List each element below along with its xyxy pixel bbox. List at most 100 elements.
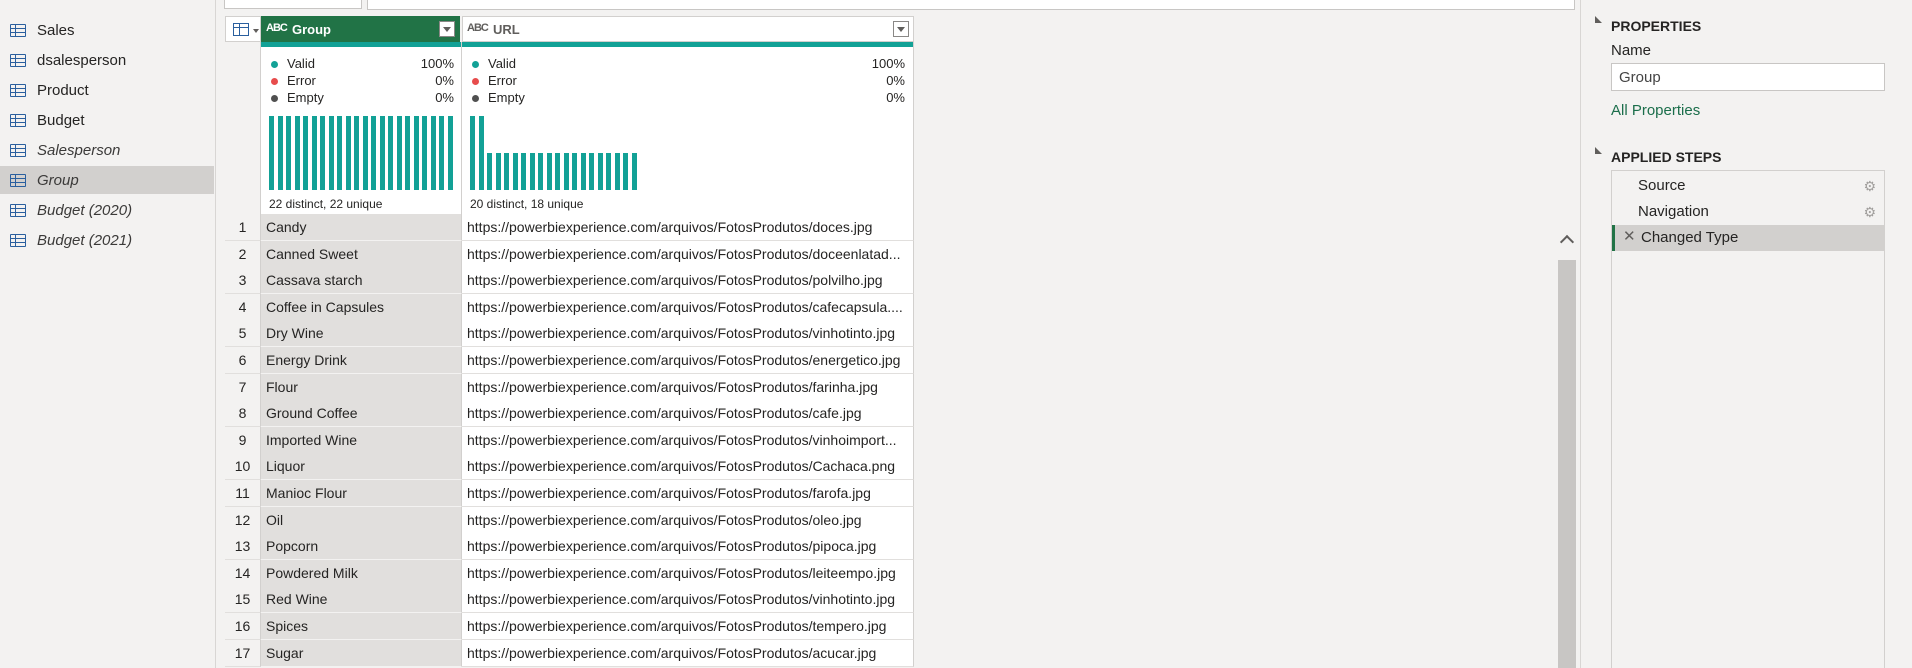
distribution-bar[interactable] xyxy=(337,116,342,190)
distribution-bar[interactable] xyxy=(379,116,385,190)
gear-icon[interactable]: ⚙ xyxy=(1863,204,1876,221)
group-cell[interactable]: Flour xyxy=(261,373,462,401)
distribution-bar[interactable] xyxy=(430,116,436,190)
distribution-bar[interactable] xyxy=(521,153,526,190)
table-row[interactable]: 16 Spices https://powerbiexperience.com/ar… xyxy=(225,613,915,640)
scroll-up-icon[interactable] xyxy=(1560,232,1574,246)
group-cell[interactable]: Ground Coffee xyxy=(261,400,462,428)
all-properties-link[interactable]: All Properties xyxy=(1611,102,1700,119)
distribution-bar[interactable] xyxy=(269,116,274,190)
scrollbar-thumb[interactable] xyxy=(1558,260,1576,668)
query-item[interactable]: Budget (2021) xyxy=(0,226,214,254)
url-cell[interactable]: https://powerbiexperience.com/arquivos/F… xyxy=(462,267,914,295)
distribution-bar[interactable] xyxy=(504,153,509,190)
url-cell[interactable]: https://powerbiexperience.com/arquivos/F… xyxy=(462,506,914,534)
distribution-bar[interactable] xyxy=(623,153,628,190)
table-row[interactable]: 10 Liquor https://powerbiexperience.com/ar… xyxy=(225,453,915,481)
group-cell[interactable]: Dry Wine xyxy=(261,320,462,348)
gear-icon[interactable]: ⚙ xyxy=(1863,178,1876,195)
table-row[interactable]: 14 Powdered Milk https://powerbiexperience… xyxy=(225,559,915,587)
group-cell[interactable]: Candy xyxy=(261,214,462,241)
table-row[interactable]: 13 Popcorn https://powerbiexperience.com/a… xyxy=(225,533,915,561)
group-cell[interactable]: Imported Wine xyxy=(261,426,462,454)
distribution-bar[interactable] xyxy=(311,116,317,190)
distribution-bar[interactable] xyxy=(470,116,475,190)
distribution-bar[interactable] xyxy=(294,116,300,190)
url-cell[interactable]: https://powerbiexperience.com/arquivos/F… xyxy=(462,320,914,348)
query-item[interactable]: Salesperson xyxy=(0,136,214,164)
distribution-bar[interactable] xyxy=(614,153,620,190)
group-cell[interactable]: Cassava starch xyxy=(261,267,462,295)
query-item[interactable]: dsalesperson xyxy=(0,46,214,74)
group-cell[interactable]: Sugar xyxy=(261,639,462,667)
url-cell[interactable]: https://powerbiexperience.com/arquivos/F… xyxy=(462,559,914,587)
name-input[interactable] xyxy=(1611,63,1885,91)
url-cell[interactable]: https://powerbiexperience.com/arquivos/F… xyxy=(462,373,914,401)
table-row[interactable]: 2 Canned Sweet https://powerbiexperience.c… xyxy=(225,240,915,268)
distribution-bar[interactable] xyxy=(495,153,501,190)
url-cell[interactable]: https://powerbiexperience.com/arquivos/F… xyxy=(462,400,914,428)
distribution-bar[interactable] xyxy=(286,116,291,190)
applied-step[interactable]: Navigation ⚙ xyxy=(1612,199,1884,225)
table-row[interactable]: 1 Candy https://powerbiexperience.com/arqu… xyxy=(225,214,915,241)
text-type-icon[interactable]: ABC xyxy=(266,22,288,34)
column-header-group[interactable]: ABC Group xyxy=(261,16,460,42)
filter-dropdown-button[interactable] xyxy=(893,21,909,37)
distribution-bar[interactable] xyxy=(354,116,359,190)
table-row[interactable]: 8 Ground Coffee https://powerbiexperience.… xyxy=(225,400,915,428)
distribution-bar[interactable] xyxy=(555,153,560,190)
distribution-bar[interactable] xyxy=(563,153,569,190)
distribution-bar[interactable] xyxy=(328,116,334,190)
group-cell[interactable]: Manioc Flour xyxy=(261,480,462,507)
url-cell[interactable]: https://powerbiexperience.com/arquivos/F… xyxy=(462,639,914,667)
distribution-bar[interactable] xyxy=(396,116,402,190)
table-row[interactable]: 11 Manioc Flour https://powerbiexperience.… xyxy=(225,480,915,507)
table-row[interactable]: 12 Oil https://powerbiexperience.com/arqui… xyxy=(225,506,915,534)
query-item[interactable]: Group xyxy=(0,166,214,194)
group-cell[interactable]: Liquor xyxy=(261,453,462,481)
distribution-bar[interactable] xyxy=(439,116,444,190)
query-item[interactable]: Budget (2020) xyxy=(0,196,214,224)
query-item[interactable]: Sales xyxy=(0,16,214,44)
distribution-bar[interactable] xyxy=(487,153,492,190)
distribution-bar[interactable] xyxy=(371,116,376,190)
distribution-bar[interactable] xyxy=(362,116,368,190)
table-row[interactable]: 3 Cassava starch https://powerbiexperience… xyxy=(225,267,915,295)
filter-dropdown-button[interactable] xyxy=(439,21,455,37)
distribution-bar[interactable] xyxy=(277,116,283,190)
distribution-bar[interactable] xyxy=(572,153,577,190)
group-cell[interactable]: Oil xyxy=(261,506,462,534)
table-row[interactable]: 15 Red Wine https://powerbiexperience.com/… xyxy=(225,586,915,614)
distribution-bar[interactable] xyxy=(580,153,586,190)
table-row[interactable]: 4 Coffee in Capsules https://powerbiexperi… xyxy=(225,293,915,321)
group-cell[interactable]: Coffee in Capsules xyxy=(261,293,462,321)
collapse-caret-icon[interactable] xyxy=(1595,147,1602,154)
vertical-scrollbar[interactable] xyxy=(1558,230,1576,668)
column-header-url[interactable]: ABC URL xyxy=(462,16,914,42)
toolbar-box[interactable] xyxy=(224,0,362,9)
distribution-bar[interactable] xyxy=(303,116,308,190)
distribution-bar[interactable] xyxy=(512,153,518,190)
distribution-bar[interactable] xyxy=(538,153,543,190)
group-cell[interactable]: Energy Drink xyxy=(261,347,462,374)
table-menu-button[interactable] xyxy=(225,16,261,42)
url-cell[interactable]: https://powerbiexperience.com/arquivos/F… xyxy=(462,240,914,268)
url-cell[interactable]: https://powerbiexperience.com/arquivos/F… xyxy=(462,426,914,454)
formula-bar[interactable] xyxy=(367,0,1575,10)
table-row[interactable]: 9 Imported Wine https://powerbiexperience.… xyxy=(225,426,915,454)
query-item[interactable]: Budget xyxy=(0,106,214,134)
group-cell[interactable]: Popcorn xyxy=(261,533,462,561)
query-item[interactable]: Product xyxy=(0,76,214,104)
distribution-bar[interactable] xyxy=(606,153,611,190)
group-cell[interactable]: Powdered Milk xyxy=(261,559,462,587)
table-row[interactable]: 5 Dry Wine https://powerbiexperience.com/a… xyxy=(225,320,915,348)
group-cell[interactable]: Canned Sweet xyxy=(261,240,462,268)
url-cell[interactable]: https://powerbiexperience.com/arquivos/F… xyxy=(462,533,914,561)
group-cell[interactable]: Spices xyxy=(261,613,462,640)
applied-step[interactable]: ✕ Changed Type xyxy=(1612,225,1884,251)
distribution-bar[interactable] xyxy=(589,153,594,190)
distribution-bar[interactable] xyxy=(405,116,410,190)
url-cell[interactable]: https://powerbiexperience.com/arquivos/F… xyxy=(462,613,914,640)
url-cell[interactable]: https://powerbiexperience.com/arquivos/F… xyxy=(462,347,914,374)
applied-step[interactable]: Source ⚙ xyxy=(1612,173,1884,199)
